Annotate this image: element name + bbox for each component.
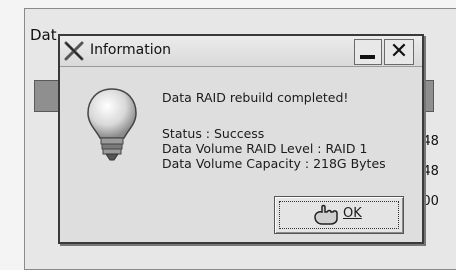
ok-focus-ring (279, 201, 399, 229)
ok-label: OK (343, 206, 362, 221)
raid-level-line: Data Volume RAID Level : RAID 1 (162, 141, 368, 156)
close-icon: ✕ (389, 39, 409, 64)
information-dialog: Information ✕ Data RAID rebuild complete… (58, 34, 424, 244)
capacity-line: Data Volume Capacity : 218G Bytes (162, 156, 386, 171)
status-details: Status : Success Data Volume RAID Level … (162, 126, 386, 171)
background-window-title: Dat (30, 26, 57, 44)
x-app-icon (64, 41, 84, 61)
dialog-titlebar[interactable]: Information ✕ (60, 36, 422, 67)
minimize-icon (360, 55, 375, 59)
dialog-title: Information (90, 42, 172, 58)
dialog-message: Data RAID rebuild completed! (162, 90, 349, 105)
ok-button[interactable]: OK (274, 196, 404, 234)
hand-pointer-icon (313, 203, 339, 225)
lightbulb-icon (84, 86, 140, 162)
close-button[interactable]: ✕ (384, 39, 414, 65)
status-line: Status : Success (162, 126, 265, 141)
minimize-button[interactable] (354, 39, 382, 65)
